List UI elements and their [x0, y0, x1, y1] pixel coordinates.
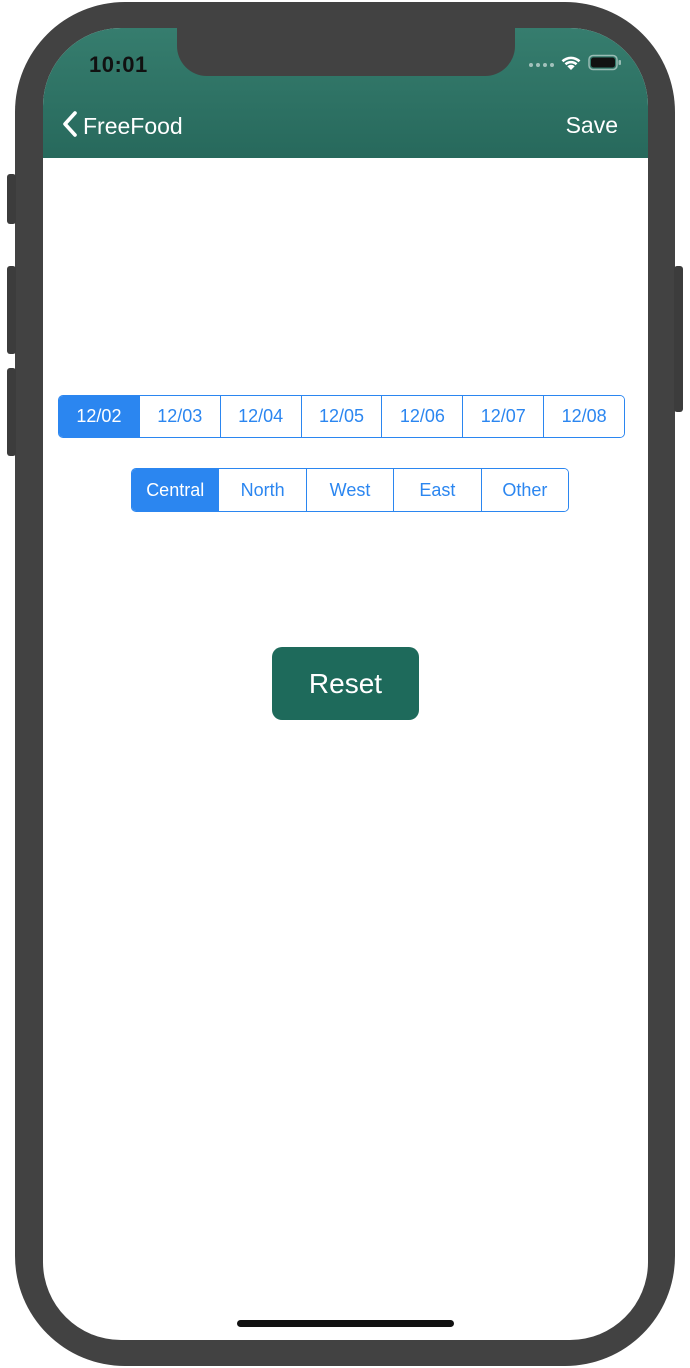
reset-button[interactable]: Reset	[272, 647, 419, 720]
status-icons	[529, 54, 622, 76]
region-segment-east[interactable]: East	[393, 469, 481, 511]
region-segment-central[interactable]: Central	[132, 469, 219, 511]
battery-icon	[588, 54, 622, 76]
date-segment-12-07[interactable]: 12/07	[462, 396, 544, 437]
notch	[177, 28, 515, 76]
save-button[interactable]: Save	[566, 112, 618, 139]
region-segment-west[interactable]: West	[305, 469, 394, 511]
region-segment-other[interactable]: Other	[480, 469, 568, 511]
region-segmented-control: Central North West East Other	[131, 468, 569, 512]
date-segment-12-05[interactable]: 12/05	[300, 396, 382, 437]
region-segment-north[interactable]: North	[218, 469, 306, 511]
chevron-left-icon	[61, 110, 79, 143]
cellular-signal-icon	[529, 63, 554, 67]
date-segmented-control: 12/02 12/03 12/04 12/05 12/06 12/07 12/0…	[58, 395, 625, 438]
volume-up-button	[7, 266, 16, 354]
mute-switch	[7, 174, 16, 224]
date-segment-12-08[interactable]: 12/08	[543, 396, 624, 437]
volume-down-button	[7, 368, 16, 456]
back-button[interactable]: FreeFood	[61, 110, 183, 143]
date-segment-12-02[interactable]: 12/02	[59, 396, 139, 437]
date-segment-12-04[interactable]: 12/04	[219, 396, 301, 437]
back-button-label: FreeFood	[83, 113, 183, 139]
date-segment-12-03[interactable]: 12/03	[138, 396, 220, 437]
status-time: 10:01	[89, 52, 148, 77]
screen: 10:01 FreeFood Save 12/02 12/03 12/04 12…	[43, 28, 648, 1340]
wifi-icon	[560, 54, 582, 76]
date-segment-12-06[interactable]: 12/06	[381, 396, 463, 437]
home-indicator[interactable]	[237, 1320, 454, 1327]
power-button	[674, 266, 683, 412]
